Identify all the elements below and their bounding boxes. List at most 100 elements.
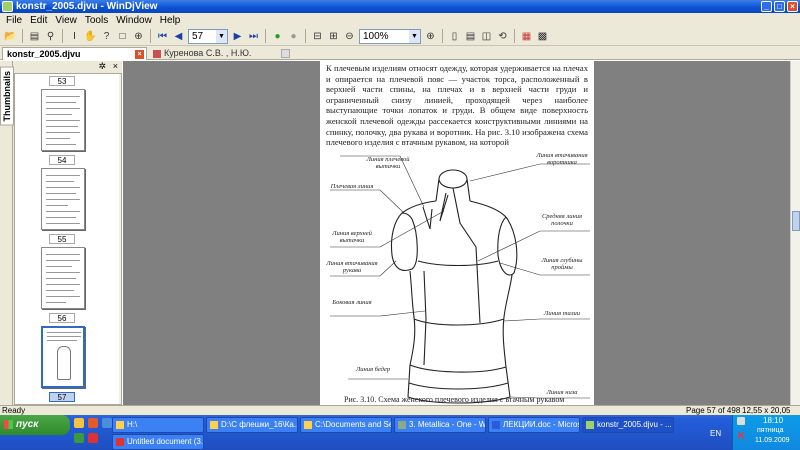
thumbnail-57[interactable]	[41, 326, 85, 388]
scroll-thumb[interactable]	[792, 211, 800, 231]
task-winamp[interactable]: 3. Metallica - One - W...	[394, 417, 486, 433]
task-documents[interactable]: C:\Documents and Se...	[300, 417, 392, 433]
language-indicator[interactable]: EN	[710, 429, 721, 438]
minimize-button[interactable]: _	[761, 1, 772, 12]
page-paragraph: К плечевым изделиям относят одежду, кото…	[326, 63, 588, 148]
windows-flag-icon	[4, 420, 13, 429]
tab-scroll-button[interactable]	[281, 49, 290, 58]
first-page-icon[interactable]: ⏮	[156, 30, 169, 43]
start-button[interactable]: пуск	[0, 415, 70, 435]
close-sidebar-icon[interactable]: ×	[113, 61, 118, 71]
hand-icon[interactable]: ✋	[84, 30, 97, 43]
word-icon	[492, 421, 500, 429]
tray-network-icon[interactable]	[737, 417, 745, 425]
toolbar: 📂 ▤ ⚲ I ✋ ? □ ⊕ ⏮ ◀ 57 ▼ ▶ ⏭ ● ● ⊟ ⊞ ⊖ 10…	[0, 27, 800, 46]
maximize-button[interactable]: □	[774, 1, 785, 12]
label-hip-line: Линия бедер	[355, 366, 391, 373]
back-icon[interactable]: ●	[271, 30, 284, 43]
clock-date: 11.09.2009	[755, 437, 790, 444]
folder-icon	[210, 421, 218, 429]
clock-time[interactable]: 18:10	[763, 416, 783, 425]
forward-icon[interactable]: ●	[287, 30, 300, 43]
label-upper-dart: Линия верхней вытачки	[332, 230, 372, 244]
open-icon[interactable]: 📂	[4, 30, 17, 43]
last-page-icon[interactable]: ⏭	[247, 30, 260, 43]
thumbnails-tab[interactable]: Thumbnails	[0, 67, 14, 126]
thumb-label-54[interactable]: 54	[49, 155, 75, 165]
thumbnail-56[interactable]	[41, 247, 85, 309]
task-word[interactable]: ЛЕКЦИИ.doc - Micros...	[488, 417, 580, 433]
tray-kaspersky-icon[interactable]: K	[738, 431, 745, 442]
folder-icon	[304, 421, 312, 429]
facing-pages-icon[interactable]: ◫	[480, 30, 493, 43]
bw-mode-icon[interactable]: ▩	[536, 30, 549, 43]
menu-window[interactable]: Window	[112, 15, 156, 26]
sidebar-header: ✲ ×	[14, 61, 122, 73]
thumbnail-54[interactable]	[41, 89, 85, 151]
close-tab-icon[interactable]: ×	[135, 50, 144, 59]
label-shoulder-dart: Линия плечевой вытачки	[366, 156, 410, 170]
task-windjview[interactable]: konstr_2005.djvu - ...	[582, 417, 674, 433]
close-button[interactable]: ×	[787, 1, 798, 12]
folder-icon	[116, 421, 124, 429]
task-d-folder[interactable]: D:\С флешки_16\Ка...	[206, 417, 298, 433]
label-shoulder-line: Плечевая линия	[330, 183, 374, 190]
thumb-label-55[interactable]: 55	[49, 234, 75, 244]
rect-select-icon[interactable]: □	[116, 30, 129, 43]
fit-page-icon[interactable]: ⊞	[327, 30, 340, 43]
task-untitled-doc[interactable]: Untitled document (3...	[112, 434, 204, 450]
app-icon	[2, 1, 13, 12]
single-page-icon[interactable]: ▯	[448, 30, 461, 43]
tab-konstr[interactable]: konstr_2005.djvu ×	[2, 47, 147, 60]
menu-file[interactable]: File	[2, 15, 26, 26]
clock-day: пятница	[757, 427, 784, 434]
thumbnail-scrollbar[interactable]	[119, 74, 121, 404]
quicklaunch-opera-icon[interactable]	[88, 433, 98, 443]
menu-bar: File Edit View Tools Window Help	[0, 13, 800, 27]
zoom-rect-icon[interactable]: ⊕	[132, 30, 145, 43]
continuous-icon[interactable]: ▤	[464, 30, 477, 43]
system-tray: K 18:10 пятница 11.09.2009	[732, 415, 800, 450]
select-icon[interactable]: I	[68, 30, 81, 43]
taskbar: пуск H:\ D:\С флешки_16\Ка... C:\Documen…	[0, 415, 800, 450]
quicklaunch-explorer-icon[interactable]	[74, 418, 84, 428]
label-waist-line: Линия талии	[543, 310, 581, 317]
thumbnail-list[interactable]: 53 54 55 56 57	[14, 73, 122, 405]
settings-icon[interactable]: ✲	[98, 61, 106, 72]
task-h-drive[interactable]: H:\	[112, 417, 204, 433]
thumb-label-57[interactable]: 57	[49, 392, 75, 402]
document-view[interactable]: К плечевым изделиям относят одежду, кото…	[123, 61, 800, 405]
quicklaunch-desktop-icon[interactable]	[102, 418, 112, 428]
menu-tools[interactable]: Tools	[81, 15, 112, 26]
zoom-out-icon[interactable]: ⊖	[343, 30, 356, 43]
figure-caption: Рис. 3.10. Схема женского плечевого изде…	[344, 395, 565, 404]
tab-label: konstr_2005.djvu	[7, 49, 81, 59]
next-page-icon[interactable]: ▶	[231, 30, 244, 43]
menu-help[interactable]: Help	[156, 15, 185, 26]
color-mode-icon[interactable]: ▦	[520, 30, 533, 43]
document-page: К плечевым изделиям относят одежду, кото…	[320, 61, 594, 405]
quicklaunch-media-icon[interactable]	[74, 433, 84, 443]
help-icon[interactable]: ?	[100, 30, 113, 43]
quicklaunch-browser-icon[interactable]	[88, 418, 98, 428]
sidebar: Thumbnails ✲ × 53 54 55 56 57	[0, 61, 122, 405]
rotate-icon[interactable]: ⟲	[496, 30, 509, 43]
sidebar-tab-strip: Thumbnails	[0, 61, 14, 405]
thumb-label-53[interactable]: 53	[49, 76, 75, 86]
find-icon[interactable]: ⚲	[44, 30, 57, 43]
thumbnail-55[interactable]	[41, 168, 85, 230]
tab-kurenova[interactable]: Куренова С.В. , Н.Ю. Савельева - Конст..…	[150, 47, 292, 71]
fit-width-icon[interactable]: ⊟	[311, 30, 324, 43]
status-text: Ready	[2, 406, 26, 415]
document-scrollbar[interactable]	[790, 61, 800, 405]
status-bar: Ready Page 57 of 498 12,55 x 20,05 cm	[0, 405, 800, 424]
prev-page-icon[interactable]: ◀	[172, 30, 185, 43]
print-icon[interactable]: ▤	[28, 30, 41, 43]
zoom-in-icon[interactable]: ⊕	[424, 30, 437, 43]
zoom-combo[interactable]: 100% ▼	[359, 28, 421, 44]
thumb-label-56[interactable]: 56	[49, 313, 75, 323]
page-number-combo[interactable]: 57 ▼	[188, 28, 228, 44]
menu-edit[interactable]: Edit	[26, 15, 51, 26]
tab-bar: konstr_2005.djvu × Куренова С.В. , Н.Ю. …	[0, 46, 800, 71]
menu-view[interactable]: View	[51, 15, 81, 26]
